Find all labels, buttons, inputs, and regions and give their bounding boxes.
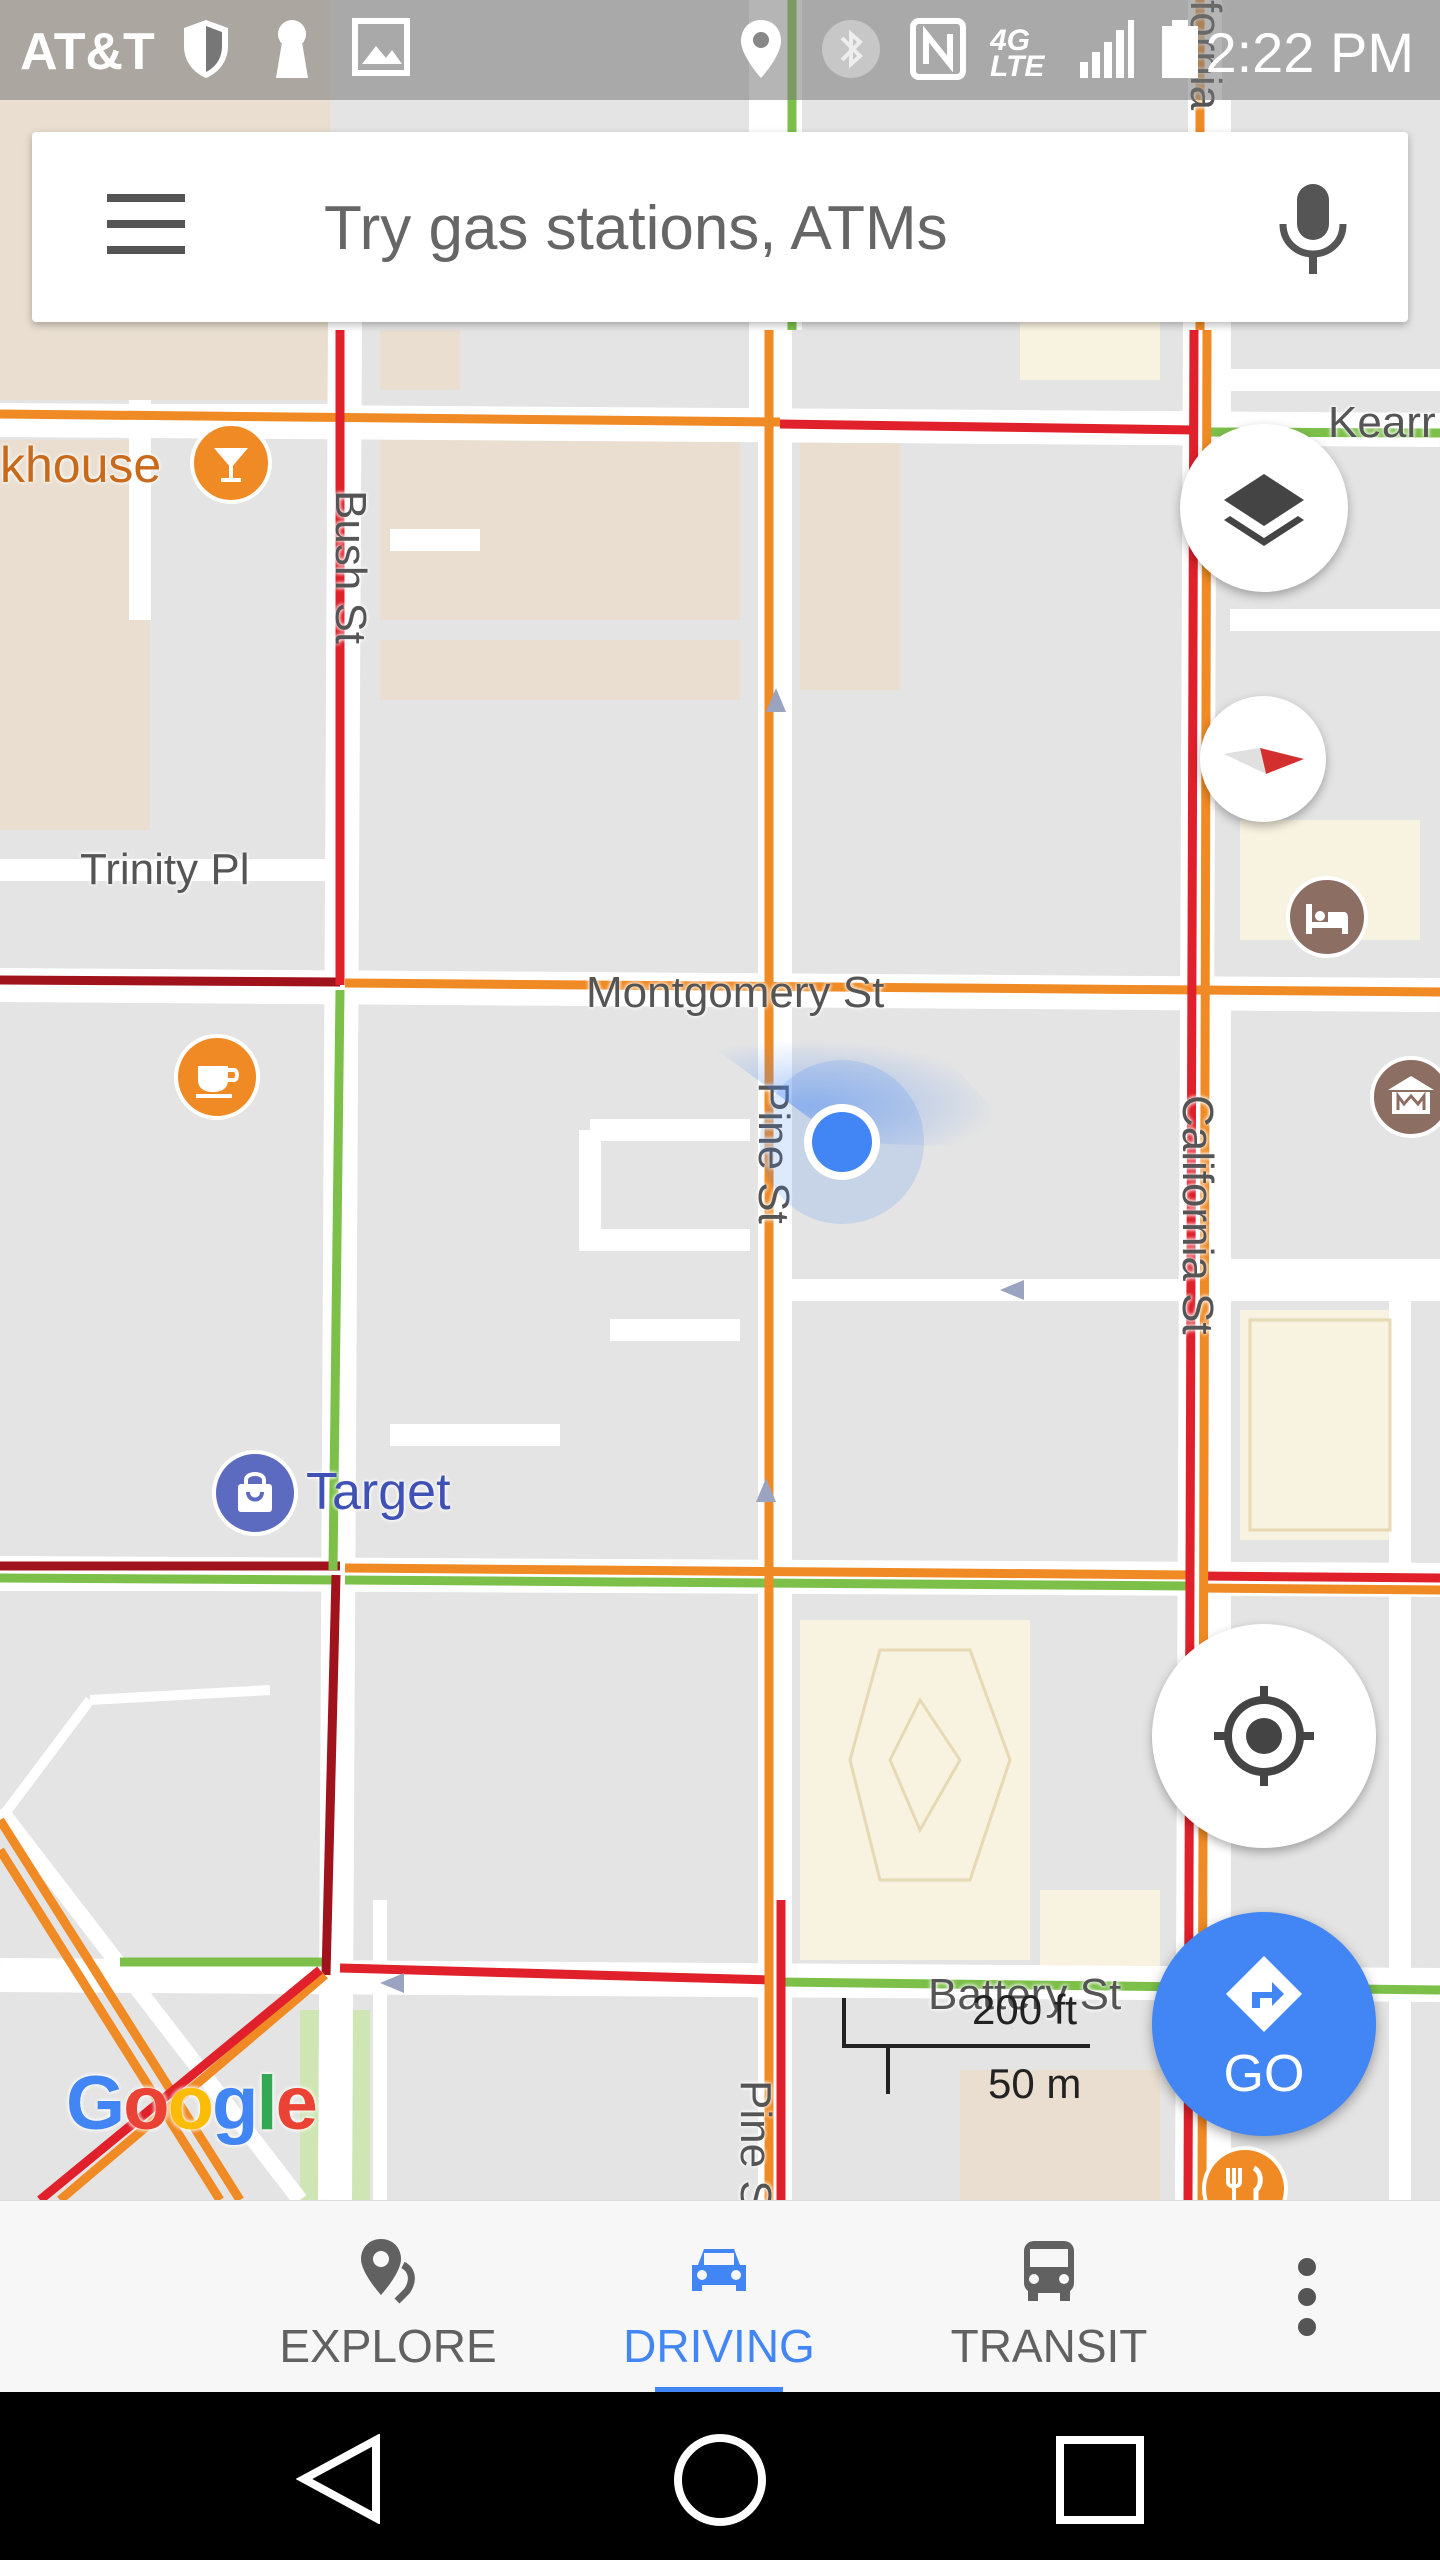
status-bar: AT&T 4G LTE 2:22 PM bbox=[0, 0, 1440, 100]
tab-explore-label: EXPLORE bbox=[279, 2320, 497, 2372]
search-input[interactable] bbox=[322, 172, 1226, 284]
tab-transit-label: TRANSIT bbox=[950, 2320, 1148, 2372]
my-location-icon bbox=[1214, 1686, 1314, 1786]
scale-metric-label: 50 m bbox=[988, 2060, 1082, 2107]
layers-icon bbox=[1224, 474, 1304, 546]
more-vert-icon[interactable] bbox=[1294, 2255, 1320, 2339]
tab-transit[interactable]: TRANSIT bbox=[919, 2201, 1179, 2393]
nfc-icon bbox=[910, 18, 966, 80]
clock: 2:22 PM bbox=[1205, 21, 1414, 84]
place-label-target[interactable]: Target bbox=[306, 1462, 451, 1522]
hamburger-menu-icon[interactable] bbox=[107, 194, 203, 260]
bus-icon bbox=[1024, 2241, 1074, 2301]
cocktail-icon[interactable] bbox=[190, 422, 272, 504]
tab-driving[interactable]: DRIVING bbox=[589, 2201, 849, 2393]
hotel-bed-icon[interactable] bbox=[1286, 876, 1368, 958]
signal-icon bbox=[1080, 20, 1134, 78]
shield-icon bbox=[184, 20, 228, 78]
recents-icon[interactable] bbox=[1056, 2436, 1144, 2524]
network-type-label: 4G LTE bbox=[990, 28, 1045, 80]
my-location-marker bbox=[690, 1030, 1032, 1224]
explore-pin-icon bbox=[361, 2239, 415, 2304]
tab-explore[interactable]: EXPLORE bbox=[258, 2201, 518, 2393]
map-canvas[interactable]: Bush St Trinity Pl Montgomery St Pine St… bbox=[0, 0, 1440, 2200]
back-icon[interactable] bbox=[296, 2434, 386, 2524]
street-label-bush: Bush St bbox=[326, 490, 375, 645]
google-logo: Google bbox=[66, 2061, 318, 2146]
street-label-trinity: Trinity Pl bbox=[80, 845, 250, 894]
place-label-khouse[interactable]: khouse bbox=[0, 436, 161, 494]
home-icon[interactable] bbox=[672, 2432, 768, 2528]
keyhole-icon bbox=[276, 20, 308, 78]
museum-icon[interactable] bbox=[1370, 1056, 1440, 1138]
go-button[interactable]: GO bbox=[1152, 1912, 1376, 2136]
tab-driving-label: DRIVING bbox=[623, 2320, 815, 2372]
system-navigation-bar bbox=[0, 2392, 1440, 2560]
image-icon bbox=[352, 18, 410, 76]
street-label-california: California St bbox=[1173, 1095, 1222, 1335]
scale-imperial-label: 200 ft bbox=[972, 1986, 1078, 2033]
my-location-button[interactable] bbox=[1152, 1624, 1376, 1848]
car-icon bbox=[692, 2249, 746, 2291]
street-label-pine-partial: Pine S bbox=[731, 2080, 780, 2200]
bluetooth-icon bbox=[822, 20, 880, 78]
restaurant-icon[interactable] bbox=[1202, 2146, 1288, 2200]
layers-button[interactable] bbox=[1180, 424, 1348, 592]
directions-icon bbox=[1226, 1956, 1302, 2032]
bottom-navigation: EXPLORE DRIVING TRANSIT bbox=[0, 2200, 1440, 2393]
microphone-icon[interactable] bbox=[1273, 180, 1353, 280]
compass-button[interactable] bbox=[1200, 696, 1326, 822]
coffee-cup-icon[interactable] bbox=[174, 1034, 260, 1120]
location-icon bbox=[741, 20, 781, 78]
go-label: GO bbox=[1223, 2045, 1305, 2103]
target-shopping-bag-icon[interactable] bbox=[212, 1450, 298, 1536]
compass-icon bbox=[1224, 748, 1304, 774]
battery-icon bbox=[1162, 20, 1198, 78]
carrier-label: AT&T bbox=[20, 23, 155, 81]
search-bar[interactable] bbox=[32, 132, 1408, 322]
